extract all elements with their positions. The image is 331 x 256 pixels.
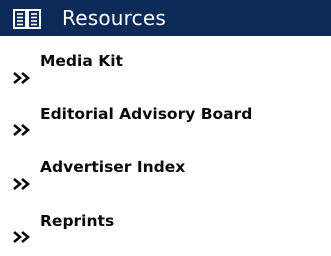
double-chevron-right-icon [12,176,38,190]
menu-item-reprints[interactable]: Reprints [0,193,331,243]
menu-item-label[interactable]: Advertiser Index [40,157,185,177]
menu-item-advertiser-index[interactable]: Advertiser Index [0,140,331,190]
open-book-icon [13,9,41,29]
menu-item-editorial-advisory-board[interactable]: Editorial Advisory Board [0,87,331,136]
menu-item-media-kit[interactable]: Media Kit [0,36,331,84]
resources-panel: Resources Media Kit Editorial Advisory B… [0,0,331,256]
menu-item-label[interactable]: Media Kit [40,51,123,71]
header-title: Resources [62,6,166,30]
double-chevron-right-icon [12,70,38,84]
double-chevron-right-icon [12,122,38,136]
menu-item-label[interactable]: Reprints [40,211,114,231]
menu-item-label[interactable]: Editorial Advisory Board [40,104,252,124]
resources-header: Resources [0,0,331,36]
double-chevron-right-icon [12,229,38,243]
